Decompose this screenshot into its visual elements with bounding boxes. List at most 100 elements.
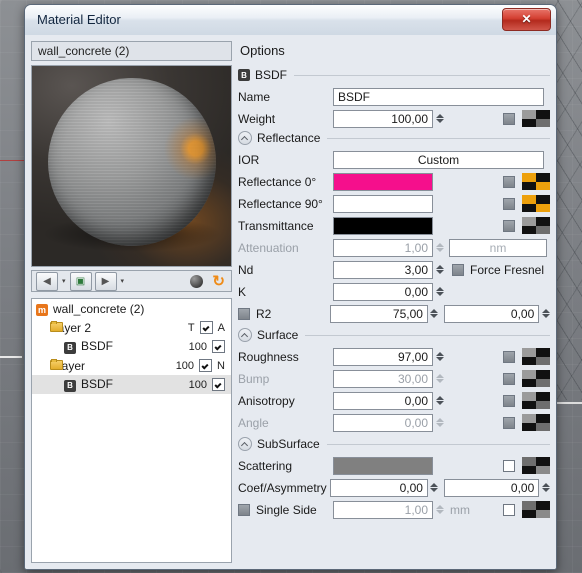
tree-item-label: wall_concrete (2) <box>53 301 145 316</box>
single-side-stepper[interactable] <box>435 501 444 519</box>
r2-secondary-input[interactable]: 0,00 <box>443 304 540 323</box>
tree-item-visibility-checkbox[interactable] <box>199 321 213 334</box>
roughness-stepper[interactable] <box>435 348 444 366</box>
bump-input[interactable]: 30,00 <box>333 369 433 388</box>
anisotropy-texture-swatch[interactable] <box>522 392 550 409</box>
weight-input[interactable]: 100,00 <box>333 109 433 128</box>
reflectance-90-color-swatch[interactable] <box>333 194 433 213</box>
forward-dropdown-caret-icon[interactable]: ▾ <box>120 277 126 285</box>
tree-row[interactable]: B BSDF 100 <box>32 375 231 394</box>
tree-row[interactable]: Layer 100 N <box>32 356 231 375</box>
attenuation-input[interactable]: 1,00 <box>333 238 433 257</box>
tree-item-value: 100 <box>188 340 207 353</box>
section-header-subsurface[interactable]: SubSurface <box>238 437 550 451</box>
ior-input[interactable]: Custom <box>333 150 544 169</box>
anisotropy-stepper[interactable] <box>435 392 444 410</box>
force-fresnel-checkbox[interactable] <box>452 263 464 276</box>
label-weight: Weight <box>238 111 276 126</box>
scattering-enable-checkbox[interactable] <box>503 459 515 472</box>
force-fresnel-group[interactable]: Force Fresnel <box>452 263 544 277</box>
bump-enable-checkbox[interactable] <box>503 372 515 385</box>
r2-input[interactable]: 75,00 <box>330 304 428 323</box>
preview-toolbar: ◀ ▾ ▣ ▶ ▾ ↻ <box>31 270 232 292</box>
tree-row[interactable]: layer 2TA <box>32 318 231 337</box>
roughness-input[interactable]: 97,00 <box>333 347 433 366</box>
asymmetry-stepper[interactable] <box>541 479 550 497</box>
r2-secondary-stepper[interactable] <box>541 305 550 323</box>
weight-stepper[interactable] <box>435 110 444 128</box>
r2-stepper[interactable] <box>430 305 439 323</box>
image-button[interactable]: ▣ <box>69 271 92 291</box>
reflectance-90-texture-swatch[interactable] <box>522 195 550 212</box>
reflectance-0-color-swatch[interactable] <box>333 172 433 191</box>
weight-texture-swatch[interactable] <box>522 110 550 127</box>
row-ior: IOR Custom <box>238 149 550 170</box>
close-button[interactable]: ✕ <box>502 8 551 31</box>
section-label-subsurface: SubSurface <box>257 437 320 451</box>
anisotropy-input[interactable]: 0,00 <box>333 391 433 410</box>
tree-item-flag: N <box>217 359 225 372</box>
tree-item-visibility-checkbox[interactable] <box>199 359 213 372</box>
nd-input[interactable]: 3,00 <box>333 260 433 279</box>
row-name: Name BSDF <box>238 86 550 107</box>
sphere-shape-icon[interactable] <box>190 275 203 288</box>
section-header-reflectance[interactable]: Reflectance <box>238 131 550 145</box>
asymmetry-input[interactable]: 0,00 <box>443 478 540 497</box>
angle-stepper[interactable] <box>435 414 444 432</box>
chevron-up-icon <box>238 437 252 451</box>
scattering-texture-swatch[interactable] <box>522 457 550 474</box>
nd-stepper[interactable] <box>435 261 444 279</box>
single-side-input[interactable]: 1,00 <box>333 500 433 519</box>
single-side-enable-checkbox[interactable] <box>503 503 515 516</box>
bump-stepper[interactable] <box>435 370 444 388</box>
r2-checkbox[interactable] <box>238 307 250 320</box>
reflectance-0-texture-swatch[interactable] <box>522 173 550 190</box>
refresh-icon[interactable]: ↻ <box>212 274 225 289</box>
single-side-checkbox[interactable] <box>238 503 250 516</box>
transmittance-tail <box>503 217 550 234</box>
weight-enable-checkbox[interactable] <box>503 112 515 125</box>
single-side-texture-swatch[interactable] <box>522 501 550 518</box>
back-button[interactable]: ◀ <box>36 271 58 291</box>
window-titlebar: Material Editor ✕ <box>25 5 556 36</box>
attenuation-unit-input[interactable]: nm <box>449 238 547 257</box>
scattering-color-swatch[interactable] <box>333 456 433 475</box>
options-panel: Options B BSDF Name BSDF Weight 100,00 R… <box>238 41 550 563</box>
back-dropdown-caret-icon[interactable]: ▾ <box>61 277 67 285</box>
anisotropy-enable-checkbox[interactable] <box>503 394 515 407</box>
row-single-side: Single Side 1,00 mm <box>238 499 550 520</box>
reflectance-0-enable-checkbox[interactable] <box>503 175 515 188</box>
label-transmittance: Transmittance <box>238 218 314 233</box>
tree-item-controls: 100 N <box>176 359 225 372</box>
label-r2: R2 <box>238 307 330 321</box>
tree-row[interactable]: B BSDF 100 <box>32 337 231 356</box>
roughness-texture-swatch[interactable] <box>522 348 550 365</box>
transmittance-color-swatch[interactable] <box>333 216 433 235</box>
tree-item-visibility-checkbox[interactable] <box>212 340 225 353</box>
bump-texture-swatch[interactable] <box>522 370 550 387</box>
material-preview-viewport[interactable] <box>31 65 232 267</box>
name-input[interactable]: BSDF <box>333 87 544 106</box>
forward-button[interactable]: ▶ <box>94 271 117 291</box>
label-reflectance-0: Reflectance 0° <box>238 174 317 189</box>
reflectance-90-enable-checkbox[interactable] <box>503 197 515 210</box>
tree-item-flag: A <box>217 321 225 334</box>
coef-input[interactable]: 0,00 <box>330 478 428 497</box>
roughness-enable-checkbox[interactable] <box>503 350 515 363</box>
transmittance-texture-swatch[interactable] <box>522 217 550 234</box>
tree-item-label-wrap: B BSDF <box>32 339 189 354</box>
angle-enable-checkbox[interactable] <box>503 416 515 429</box>
attenuation-stepper[interactable] <box>435 239 444 257</box>
section-header-surface[interactable]: Surface <box>238 328 550 342</box>
material-name-field[interactable]: wall_concrete (2) <box>31 41 232 61</box>
angle-texture-swatch[interactable] <box>522 414 550 431</box>
transmittance-enable-checkbox[interactable] <box>503 219 515 232</box>
k-stepper[interactable] <box>435 283 444 301</box>
angle-input[interactable]: 0,00 <box>333 413 433 432</box>
coef-stepper[interactable] <box>430 479 439 497</box>
material-layer-tree[interactable]: m wall_concrete (2) layer 2 T A B BSDF 100 Layer… <box>31 298 232 563</box>
tree-row[interactable]: m wall_concrete (2) <box>32 299 231 318</box>
section-header-bsdf[interactable]: B BSDF <box>238 68 550 82</box>
k-input[interactable]: 0,00 <box>333 282 433 301</box>
tree-item-visibility-checkbox[interactable] <box>212 378 225 391</box>
